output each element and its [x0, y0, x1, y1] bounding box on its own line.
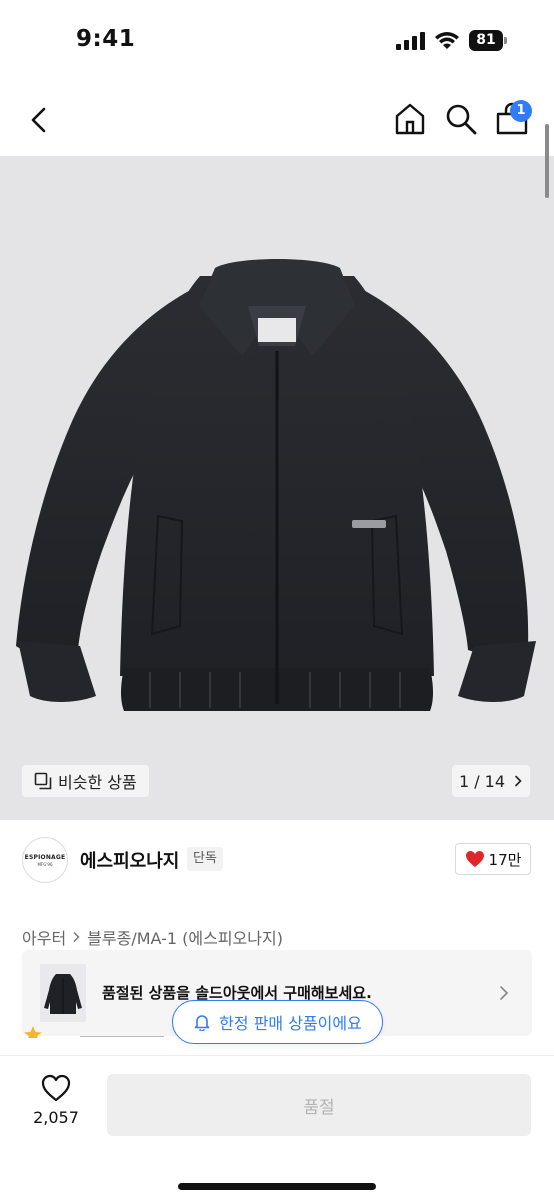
similar-products-button[interactable]: 비슷한 상품	[22, 765, 149, 797]
exclusive-badge: 단독	[187, 847, 223, 871]
home-icon[interactable]	[393, 102, 427, 136]
breadcrumb-level1[interactable]: 아우터	[22, 925, 66, 949]
limited-sale-toast[interactable]: 한정 판매 상품이에요	[172, 1000, 383, 1044]
divider	[80, 1036, 164, 1037]
jacket-thumbnail	[40, 964, 86, 1022]
home-indicator	[178, 1183, 376, 1190]
bell-icon	[194, 1015, 210, 1031]
product-image-gallery[interactable]	[0, 156, 554, 820]
sold-out-label: 품절	[303, 1097, 335, 1118]
search-icon[interactable]	[444, 102, 478, 136]
heart-outline-icon	[41, 1074, 71, 1102]
wishlist-count: 2,057	[33, 1108, 79, 1127]
battery-level: 81	[469, 30, 503, 51]
wifi-icon	[435, 32, 459, 49]
scroll-indicator[interactable]	[545, 124, 549, 198]
brand-like-button[interactable]: 17만	[455, 843, 531, 875]
similar-products-icon	[34, 772, 52, 790]
brand-row: ESPIONAGE MFG'96 에스피오나지 단독 17만	[0, 820, 554, 900]
image-pager-label: 1 / 14	[458, 771, 506, 791]
breadcrumb-level2[interactable]: 블루종/MA-1 (에스피오나지)	[87, 925, 283, 949]
status-bar: 9:41 81	[0, 0, 554, 84]
wishlist-button[interactable]: 2,057	[24, 1074, 88, 1136]
heart-filled-icon	[465, 851, 484, 867]
chevron-right-icon	[500, 986, 509, 1000]
chevron-right-icon	[515, 775, 522, 787]
brand-logo[interactable]: ESPIONAGE MFG'96	[22, 837, 68, 883]
bottom-action-bar: 2,057 품절	[0, 1055, 554, 1200]
cart-count-badge: 1	[510, 100, 532, 122]
rating-star-icon	[24, 1026, 42, 1038]
similar-products-label: 비슷한 상품	[58, 773, 137, 792]
cellular-signal-icon	[396, 32, 425, 50]
nav-bar	[0, 84, 554, 156]
chevron-right-icon	[73, 931, 80, 943]
status-time: 9:41	[76, 26, 136, 52]
brand-name[interactable]: 에스피오나지	[80, 847, 179, 873]
brand-like-count: 17만	[488, 850, 522, 869]
product-jacket-image	[16, 259, 536, 711]
limited-sale-text: 한정 판매 상품이에요	[219, 1014, 362, 1033]
battery-icon: 81	[469, 30, 507, 51]
back-icon[interactable]	[24, 104, 56, 136]
sold-out-button[interactable]: 품절	[107, 1074, 531, 1136]
image-pager-button[interactable]: 1 / 14	[452, 765, 530, 797]
category-breadcrumb: 아우터 블루종/MA-1 (에스피오나지)	[22, 925, 283, 949]
